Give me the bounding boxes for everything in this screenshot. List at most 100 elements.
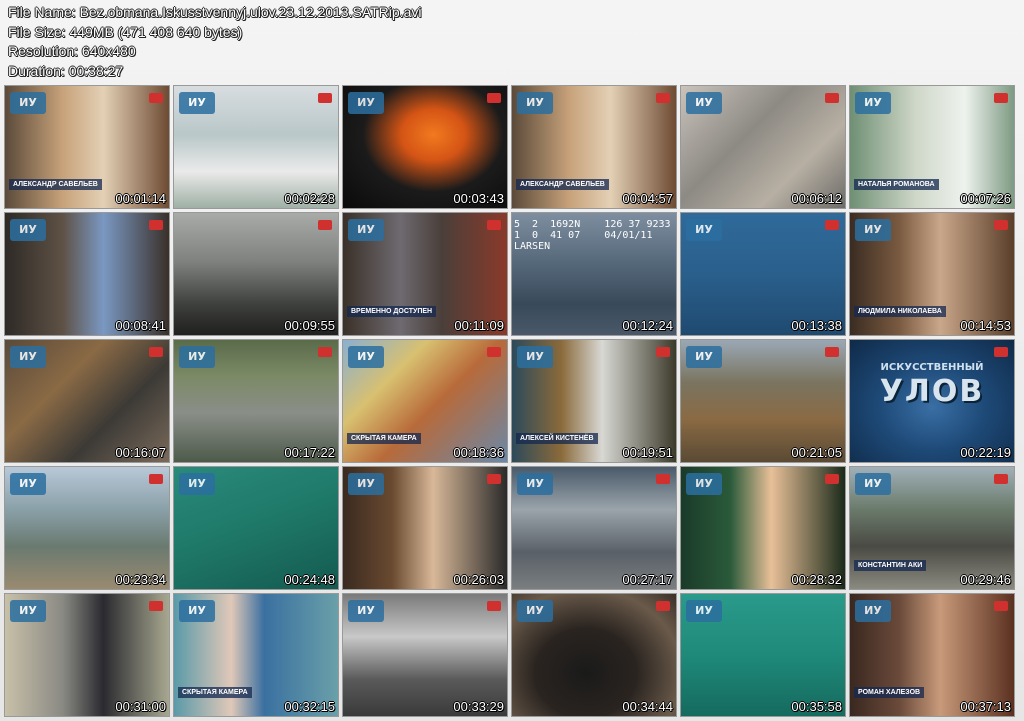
show-title-big: УЛОВ xyxy=(879,374,985,409)
channel-logo-icon: ИУ xyxy=(517,600,553,622)
thumbnail[interactable]: ИУ РОМАН ХАЛЕЗОВ 00:37:13 xyxy=(850,594,1014,716)
channel-logo-icon: ИУ xyxy=(179,92,215,114)
timestamp: 00:14:53 xyxy=(960,318,1011,333)
timestamp: 00:02:28 xyxy=(284,191,335,206)
timestamp: 00:16:07 xyxy=(115,445,166,460)
thumbnail[interactable]: ИУ СКРЫТАЯ КАМЕРА 00:32:15 xyxy=(174,594,338,716)
thumbnail[interactable]: ИУ 00:33:29 xyxy=(343,594,507,716)
channel-logo-icon: ИУ xyxy=(10,600,46,622)
channel-logo-icon: ИУ xyxy=(348,219,384,241)
tv-channel-icon xyxy=(994,93,1008,103)
channel-logo-icon: ИУ xyxy=(179,473,215,495)
timestamp: 00:34:44 xyxy=(622,699,673,714)
channel-logo-icon: ИУ xyxy=(686,346,722,368)
thumbnail[interactable]: ИУ ЛЮДМИЛА НИКОЛАЕВА 00:14:53 xyxy=(850,213,1014,335)
thumbnail[interactable]: ИУ НАТАЛЬЯ РОМАНОВА 00:07:26 xyxy=(850,86,1014,208)
channel-logo-icon: ИУ xyxy=(517,346,553,368)
timestamp: 00:09:55 xyxy=(284,318,335,333)
thumbnail[interactable]: ИУ 00:26:03 xyxy=(343,467,507,589)
timestamp: 00:37:13 xyxy=(960,699,1011,714)
thumbnail[interactable]: ИУ 00:13:38 xyxy=(681,213,845,335)
timestamp: 00:29:46 xyxy=(960,572,1011,587)
timestamp: 00:31:00 xyxy=(115,699,166,714)
thumbnail[interactable]: ИУ 00:16:07 xyxy=(5,340,169,462)
thumbnail[interactable]: ИУ 00:27:17 xyxy=(512,467,676,589)
person-caption: СКРЫТАЯ КАМЕРА xyxy=(178,687,252,698)
tv-channel-icon xyxy=(656,347,670,357)
thumbnail[interactable]: ИУ 00:24:48 xyxy=(174,467,338,589)
duration-label: Duration: 00:38:27 xyxy=(8,62,124,79)
tv-channel-icon xyxy=(149,347,163,357)
tv-channel-icon xyxy=(487,474,501,484)
tv-channel-icon xyxy=(149,601,163,611)
channel-logo-icon: ИУ xyxy=(517,92,553,114)
thumbnail[interactable]: ИСКУССТВЕННЫЙ УЛОВ 00:22:19 xyxy=(850,340,1014,462)
thumbnail[interactable]: ИУ 00:17:22 xyxy=(174,340,338,462)
thumbnail[interactable]: ИУ АЛЕКСАНДР САВЕЛЬЕВ 00:01:14 xyxy=(5,86,169,208)
tv-channel-icon xyxy=(318,347,332,357)
timestamp: 00:18:36 xyxy=(453,445,504,460)
person-caption: СКРЫТАЯ КАМЕРА xyxy=(347,433,421,444)
tv-channel-icon xyxy=(994,347,1008,357)
timestamp: 00:21:05 xyxy=(791,445,842,460)
timestamp: 00:17:22 xyxy=(284,445,335,460)
thumbnail[interactable]: ИУ АЛЕКСАНДР САВЕЛЬЕВ 00:04:57 xyxy=(512,86,676,208)
thumbnail[interactable]: ИУ СКРЫТАЯ КАМЕРА 00:18:36 xyxy=(343,340,507,462)
channel-logo-icon: ИУ xyxy=(179,600,215,622)
thumbnail[interactable]: ИУ 00:03:43 xyxy=(343,86,507,208)
resolution-label: Resolution: 640x480 xyxy=(8,43,136,59)
thumbnail-grid: ИУ АЛЕКСАНДР САВЕЛЬЕВ 00:01:14 ИУ 00:02:28 ИУ… xyxy=(5,86,1014,716)
person-caption: АЛЕКСАНДР САВЕЛЬЕВ xyxy=(516,179,609,190)
timestamp: 00:27:17 xyxy=(622,572,673,587)
tv-channel-icon xyxy=(825,474,839,484)
file-size-label: File Size: 449MB (471 408 640 bytes) xyxy=(8,23,243,40)
timestamp: 00:13:38 xyxy=(791,318,842,333)
thumbnail[interactable]: ИУ 00:23:34 xyxy=(5,467,169,589)
tv-channel-icon xyxy=(994,220,1008,230)
thumbnail[interactable]: ИУ ВРЕМЕННО ДОСТУПЕН 00:11:09 xyxy=(343,213,507,335)
person-caption: НАТАЛЬЯ РОМАНОВА xyxy=(854,179,939,190)
channel-logo-icon: ИУ xyxy=(517,473,553,495)
channel-logo-icon: ИУ xyxy=(686,92,722,114)
tv-channel-icon xyxy=(994,474,1008,484)
thumbnail[interactable]: 00:09:55 xyxy=(174,213,338,335)
timestamp: 00:11:09 xyxy=(454,318,504,333)
channel-logo-icon: ИУ xyxy=(855,473,891,495)
sonar-readout: 5 2 1692N 126 37 9233 1 0 41 07 04/01/11… xyxy=(514,219,671,252)
tv-channel-icon xyxy=(994,601,1008,611)
thumbnail[interactable]: ИУ 00:02:28 xyxy=(174,86,338,208)
tv-channel-icon xyxy=(149,474,163,484)
thumbnail[interactable]: ИУ АЛЕКСЕЙ КИСТЕНЁВ 00:19:51 xyxy=(512,340,676,462)
thumbnail[interactable]: ИУ КОНСТАНТИН АКИ 00:29:46 xyxy=(850,467,1014,589)
tv-channel-icon xyxy=(487,93,501,103)
timestamp: 00:23:34 xyxy=(115,572,166,587)
channel-logo-icon: ИУ xyxy=(686,600,722,622)
timestamp: 00:06:12 xyxy=(791,191,842,206)
timestamp: 00:22:19 xyxy=(960,445,1011,460)
timestamp: 00:01:14 xyxy=(115,191,166,206)
tv-channel-icon xyxy=(149,220,163,230)
thumbnail[interactable]: ИУ 00:28:32 xyxy=(681,467,845,589)
channel-logo-icon: ИУ xyxy=(10,346,46,368)
thumbnail[interactable]: ИУ 00:06:12 xyxy=(681,86,845,208)
thumbnail[interactable]: ИУ 00:21:05 xyxy=(681,340,845,462)
thumbnail[interactable]: ИУ 00:34:44 xyxy=(512,594,676,716)
channel-logo-icon: ИУ xyxy=(686,219,722,241)
channel-logo-icon: ИУ xyxy=(10,92,46,114)
timestamp: 00:07:26 xyxy=(960,191,1011,206)
person-caption: АЛЕКСАНДР САВЕЛЬЕВ xyxy=(9,179,102,190)
thumbnail[interactable]: ИУ 00:08:41 xyxy=(5,213,169,335)
timestamp: 00:32:15 xyxy=(284,699,335,714)
tv-channel-icon xyxy=(487,347,501,357)
thumbnail[interactable]: ИУ 00:35:58 xyxy=(681,594,845,716)
thumbnail[interactable]: 5 2 1692N 126 37 9233 1 0 41 07 04/01/11… xyxy=(512,213,676,335)
channel-logo-icon: ИУ xyxy=(348,473,384,495)
timestamp: 00:28:32 xyxy=(791,572,842,587)
thumbnail[interactable]: ИУ 00:31:00 xyxy=(5,594,169,716)
channel-logo-icon: ИУ xyxy=(348,346,384,368)
channel-logo-icon: ИУ xyxy=(179,346,215,368)
show-title-small: ИСКУССТВЕННЫЙ xyxy=(880,362,984,373)
channel-logo-icon: ИУ xyxy=(686,473,722,495)
channel-logo-icon: ИУ xyxy=(348,92,384,114)
timestamp: 00:35:58 xyxy=(791,699,842,714)
